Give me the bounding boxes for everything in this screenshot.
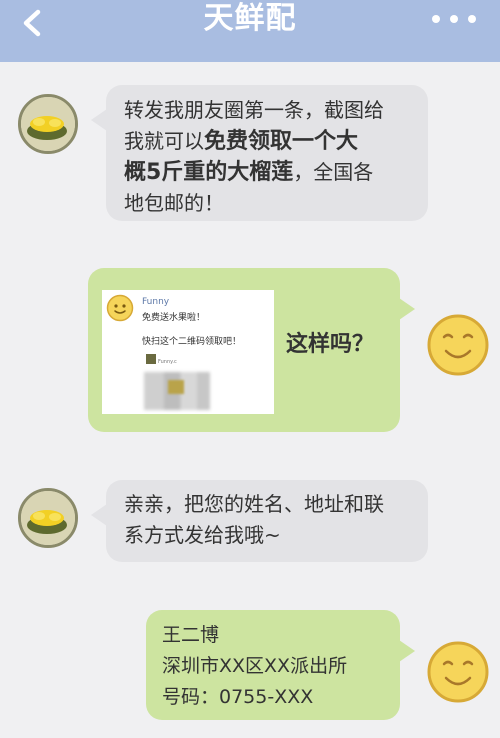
seller-avatar[interactable] [18,488,78,548]
highlight-text: 概5斤重的大榴莲 [124,160,294,185]
message-line: 深圳市XX区XX派出所 [162,655,348,677]
message-line: 系方式发给我哦~ [124,523,281,547]
avatar [146,354,156,364]
message-text: 这样吗？ [286,332,375,357]
more-button[interactable] [432,8,476,30]
smiley-face-icon [106,294,134,322]
message-line: 号码：0755-XXX [162,686,314,708]
page-title: 天鲜配 [203,1,297,36]
message-line: 亲亲，把您的姓名、地址和联 [124,492,384,516]
top-nav-bar: 天鲜配 [0,0,500,62]
message-line: 转发我朋友圈第一条，截图给 [124,98,384,122]
smiley-face-icon[interactable] [426,640,490,704]
more-dots-icon [432,15,440,23]
smiley-face-icon[interactable] [426,313,490,377]
seller-avatar[interactable] [18,94,78,154]
moments-screenshot[interactable]: Funny 免费送水果啦！ 快扫这个二维码领取吧！ Funny.c [102,290,274,414]
highlight-text: 免费领取一个大 [204,129,359,154]
message-line: 地包邮的！ [124,191,224,215]
post-text: 免费送水果啦！ [142,313,206,323]
message-bubble-3: 亲亲，把您的姓名、地址和联 系方式发给我哦~ [91,480,428,562]
message-bubble-2: Funny 免费送水果啦！ 快扫这个二维码领取吧！ Funny.c 这样吗？ [88,268,415,432]
post-text: 快扫这个二维码领取吧！ [142,337,242,347]
message-text: ，全国各 [293,160,374,184]
message-bubble-1: 转发我朋友圈第一条，截图给 我就可以免费领取一个大 概5斤重的大榴莲，全国各 地… [91,85,428,221]
blurred-image [168,380,184,394]
durian-avatar-icon [21,491,75,545]
post-author: Funny [142,297,170,307]
post-subname: Funny.c [158,359,177,365]
message-line: 王二博 [162,624,220,646]
durian-avatar-icon [21,97,75,151]
message-bubble-4: 王二博 深圳市XX区XX派出所 号码：0755-XXX [146,610,415,720]
message-text: 我就可以 [124,129,204,153]
